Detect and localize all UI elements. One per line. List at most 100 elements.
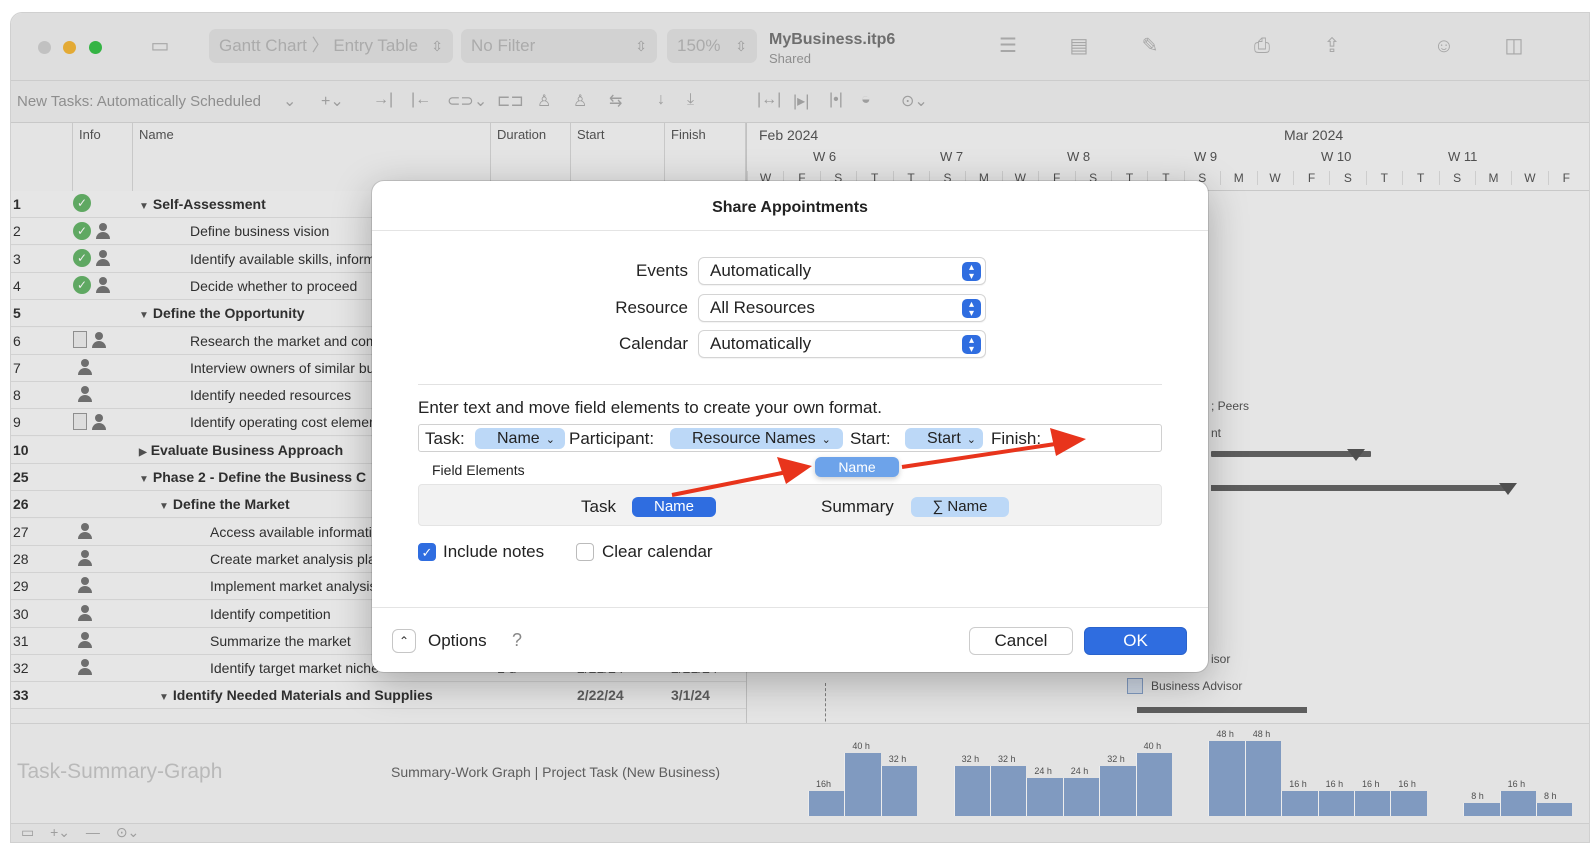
work-bar-label: 16h: [816, 778, 832, 789]
task-name-cell[interactable]: Access available information: [210, 524, 387, 540]
finish-cell[interactable]: 3/1/24: [671, 687, 710, 703]
task-name-cell[interactable]: Implement market analysis p: [210, 578, 388, 594]
minimize-window-button[interactable]: [63, 41, 76, 54]
summary-bar[interactable]: [1211, 485, 1511, 491]
print-icon[interactable]: ⎙: [1249, 33, 1275, 59]
task-name-cell[interactable]: ▼ Identify Needed Materials and Supplies: [159, 687, 433, 703]
task-name-cell[interactable]: Summarize the market: [210, 633, 351, 649]
fe-summary-name-token[interactable]: ∑ Name: [911, 497, 1009, 517]
task-name-cell[interactable]: Identify target market niche: [210, 660, 379, 676]
task-bar[interactable]: [1127, 678, 1143, 694]
disclosure-down-icon[interactable]: ▼: [159, 501, 169, 512]
calendar-select[interactable]: Automatically ▴ ▾: [698, 330, 986, 358]
options-label[interactable]: Options: [428, 631, 487, 651]
task-name-cell[interactable]: ▼ Self-Assessment: [139, 196, 266, 212]
format-field[interactable]: Task: Name ⌄ Participant: Resource Names ⌄…: [418, 424, 1162, 452]
task-name-cell[interactable]: Research the market and comp: [190, 333, 385, 349]
bar-center-icon[interactable]: |•|: [829, 91, 843, 109]
token-label: Resource Names: [692, 430, 816, 447]
col-header-info[interactable]: Info: [73, 123, 133, 191]
chevron-down-icon[interactable]: ⌄: [283, 91, 296, 111]
task-name-cell[interactable]: Identify needed resources: [190, 387, 351, 403]
zoom-window-button[interactable]: [89, 41, 102, 54]
help-button[interactable]: ?: [512, 630, 522, 651]
ok-button[interactable]: OK: [1084, 627, 1187, 655]
task-name-cell[interactable]: ▼ Define the Opportunity: [139, 305, 305, 321]
disclosure-down-icon[interactable]: ▼: [159, 692, 169, 703]
task-name-cell[interactable]: Interview owners of similar busi: [190, 360, 385, 376]
chevron-updown-icon: ⇳: [735, 38, 747, 54]
task-name-cell[interactable]: ▼ Phase 2 - Define the Business C: [139, 469, 366, 485]
more-icon[interactable]: ⊙⌄: [116, 824, 139, 840]
task-name-cell[interactable]: Identify competition: [210, 606, 331, 622]
fe-task-name-token[interactable]: Name: [632, 497, 716, 517]
indent-icon[interactable]: →|: [373, 91, 393, 109]
task-name: Identify competition: [210, 605, 331, 622]
pin-icon[interactable]: ✎: [1137, 33, 1163, 59]
filter-popup[interactable]: No Filter ⇳: [461, 29, 657, 63]
task-name-cell[interactable]: Decide whether to proceed: [190, 278, 357, 294]
link-icon[interactable]: ⊂⊃⌄: [447, 91, 487, 111]
resource-names-token[interactable]: Resource Names ⌄: [670, 428, 843, 449]
zoom-popup[interactable]: 150% ⇳: [667, 29, 757, 63]
row-number: 25: [13, 469, 29, 485]
row-number: 2: [13, 223, 21, 240]
import-icon[interactable]: ⤓: [687, 91, 694, 109]
task-name-cell[interactable]: ▼ Define the Market: [159, 496, 290, 512]
start-token[interactable]: Start ⌄: [905, 428, 983, 449]
add-view-icon[interactable]: +⌄: [50, 824, 70, 840]
options-disclosure-button[interactable]: ⌃: [392, 629, 416, 653]
row-number: 32: [13, 660, 29, 677]
task-name-cell[interactable]: Define business vision: [190, 223, 329, 239]
bar-right-icon[interactable]: |▸|: [793, 91, 809, 111]
assign-resource-icon[interactable]: ♙: [537, 91, 551, 111]
task-name-cell[interactable]: Create market analysis plan: [210, 551, 384, 567]
work-bar-label: 16 h: [1325, 778, 1344, 789]
disclosure-down-icon[interactable]: ▼: [139, 474, 149, 485]
disclosure-down-icon[interactable]: ▼: [139, 310, 149, 321]
sidebar-toggle-icon[interactable]: ▭: [147, 33, 173, 59]
close-window-button[interactable]: [38, 41, 51, 54]
smiley-icon[interactable]: ☺: [1431, 33, 1457, 59]
table-row[interactable]: 33 ▼ Identify Needed Materials and Supplie…: [11, 682, 746, 710]
cancel-button[interactable]: Cancel: [969, 627, 1073, 655]
work-bar-label: 40 h: [1143, 741, 1162, 752]
remove-view-icon[interactable]: —: [86, 824, 100, 840]
start-cell[interactable]: 2/22/24: [577, 687, 624, 703]
add-icon[interactable]: +⌄: [321, 91, 344, 111]
unlink-icon[interactable]: ⊏⊐: [497, 91, 524, 111]
resource-select[interactable]: All Resources ▴ ▾: [698, 294, 986, 322]
work-bar: [1390, 790, 1427, 816]
view-toggle-icon[interactable]: ▭: [21, 824, 34, 840]
week-label: W 11: [1448, 149, 1478, 164]
dragging-name-token[interactable]: Name: [815, 457, 899, 477]
summary-bar[interactable]: [1137, 707, 1307, 713]
disclosure-down-icon[interactable]: ▼: [139, 201, 149, 212]
disclosure-right-icon[interactable]: ▶: [139, 447, 147, 458]
row-number: 3: [13, 250, 21, 267]
progress-icon[interactable]: ◒: [861, 91, 871, 109]
more-icon[interactable]: ⊙⌄: [901, 91, 928, 111]
share-icon[interactable]: ⇪: [1319, 33, 1345, 59]
events-select[interactable]: Automatically ▴ ▾: [698, 257, 986, 285]
bar-left-icon[interactable]: |↔|: [757, 91, 781, 109]
name-token[interactable]: Name ⌄: [475, 428, 565, 449]
task-name-cell[interactable]: Identify operating cost element: [190, 414, 381, 430]
sliders-icon[interactable]: ☰: [995, 33, 1021, 59]
row-number: 5: [13, 305, 21, 322]
resource-icon[interactable]: ♙: [573, 91, 587, 111]
clear-calendar-checkbox[interactable]: [576, 543, 594, 561]
include-notes-checkbox[interactable]: ✓: [418, 543, 436, 561]
scheduling-mode-popup[interactable]: New Tasks: Automatically Scheduled: [17, 93, 261, 110]
calendar-icon[interactable]: ▤: [1066, 33, 1092, 59]
outdent-icon[interactable]: |←: [411, 91, 431, 109]
arrow-down-icon[interactable]: ↓: [657, 91, 665, 109]
leveling-icon[interactable]: ⇆: [609, 91, 622, 111]
info-cell: ✓: [73, 194, 133, 214]
row-number: 29: [13, 578, 29, 595]
complete-check-icon: ✓: [73, 221, 91, 240]
inspector-icon[interactable]: ◫: [1501, 33, 1527, 59]
view-popup[interactable]: Gantt Chart 〉 Entry Table ⇳: [209, 29, 453, 63]
task-name-cell[interactable]: Identify available skills, informat: [190, 251, 387, 267]
task-name-cell[interactable]: ▶ Evaluate Business Approach: [139, 442, 343, 458]
